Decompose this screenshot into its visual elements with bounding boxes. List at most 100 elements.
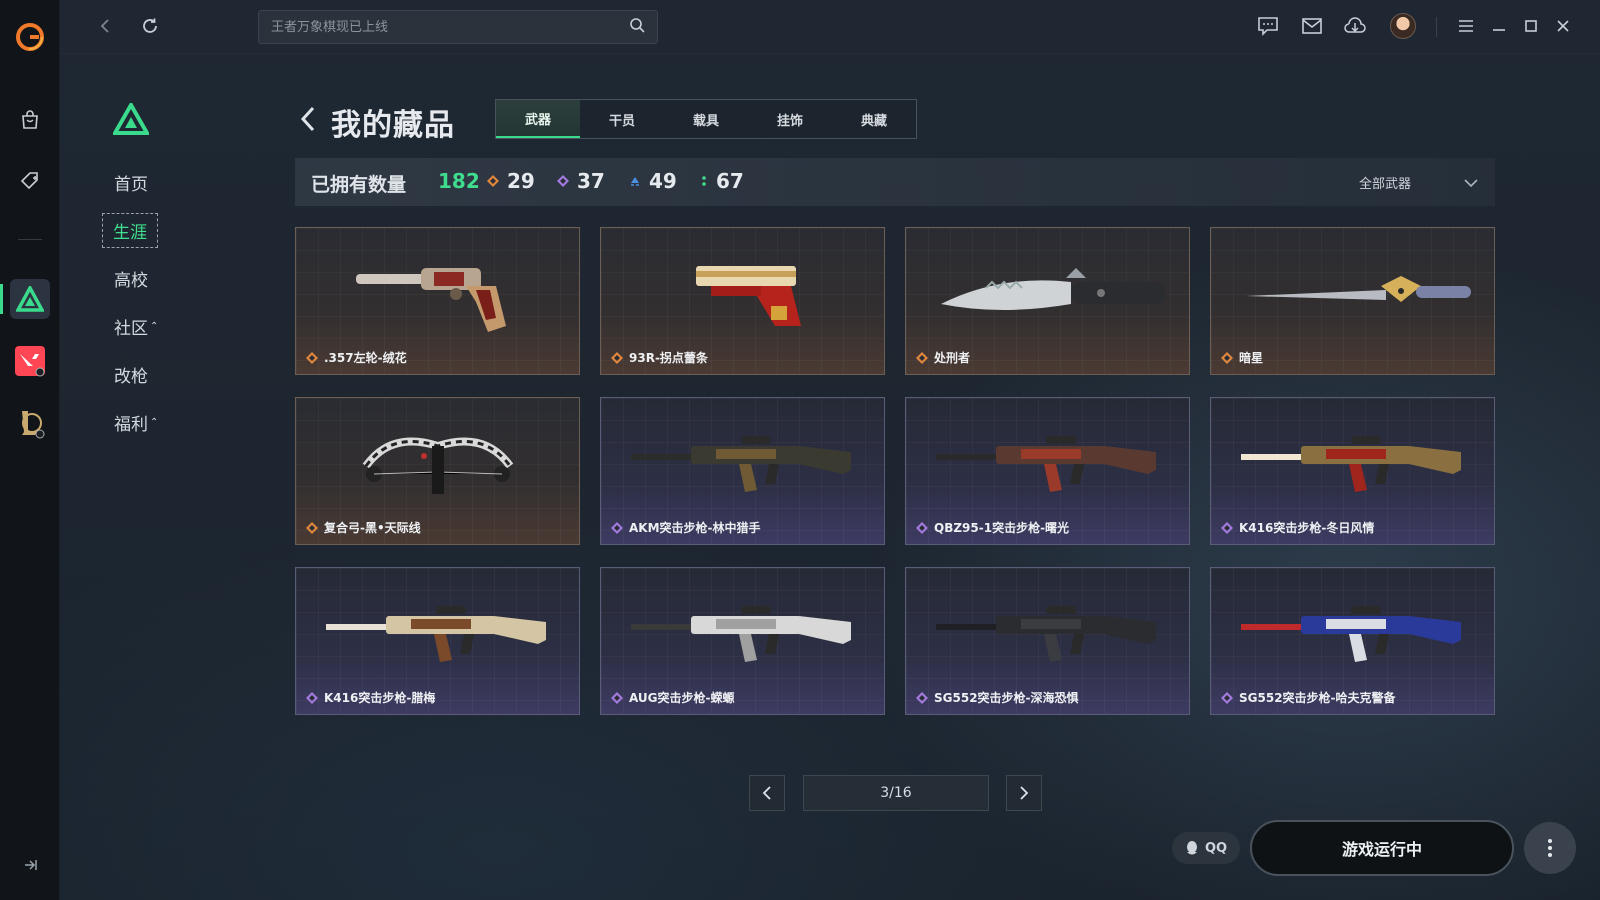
tab-operators[interactable]: 干员: [580, 100, 664, 138]
tab-charms[interactable]: 挂饰: [748, 100, 832, 138]
item-name-text: .357左轮-绒花: [324, 351, 407, 365]
collection-item-card[interactable]: SG552突击步枪-哈夫克警备: [1210, 567, 1495, 715]
tab-vehicles[interactable]: 载具: [664, 100, 748, 138]
store-bag-icon[interactable]: [15, 105, 45, 135]
item-name: 复合弓-黑•天际线: [306, 519, 421, 536]
tab-weapons[interactable]: 武器: [496, 100, 580, 138]
topbar-divider: [1436, 17, 1437, 37]
tag-plus-icon[interactable]: [15, 166, 45, 196]
collection-item-card[interactable]: AKM突击步枪-林中猎手: [600, 397, 885, 545]
close-icon[interactable]: [1551, 14, 1575, 38]
download-icon[interactable]: [1343, 14, 1367, 38]
nav-item-gunsmith[interactable]: 改枪: [102, 350, 172, 398]
rarity-count-orange: 29: [487, 169, 535, 193]
search-bar[interactable]: [258, 10, 658, 44]
chevron-left-icon: [762, 786, 771, 800]
item-name-text: K416突击步枪-腊梅: [324, 691, 436, 705]
top-bar: [60, 0, 1600, 54]
collection-item-card[interactable]: AUG突击步枪-蝾螈: [600, 567, 885, 715]
chevron-down-icon[interactable]: [1463, 174, 1479, 193]
item-name-text: AKM突击步枪-林中猎手: [629, 521, 761, 535]
item-name: K416突击步枪-冬日风情: [1221, 519, 1374, 536]
refresh-icon[interactable]: [138, 14, 162, 38]
rarity-count-value: 67: [716, 169, 744, 193]
green-dots-icon: [702, 176, 706, 186]
item-name-text: 复合弓-黑•天际线: [324, 521, 421, 535]
qq-button[interactable]: QQ: [1172, 832, 1240, 864]
rarity-count-value: 37: [577, 169, 605, 193]
item-name-text: 93R-拐点蕾条: [629, 351, 708, 365]
nav-back-icon[interactable]: [94, 14, 118, 38]
collection-item-card[interactable]: 暗星: [1210, 227, 1495, 375]
item-name: QBZ95-1突击步枪-曙光: [916, 519, 1069, 536]
item-name-text: SG552突击步枪-深海恐惧: [934, 691, 1079, 705]
chat-icon[interactable]: [1256, 14, 1280, 38]
page-back-icon[interactable]: [298, 104, 318, 134]
nav-item-career[interactable]: 生涯: [102, 206, 172, 254]
item-name: 暗星: [1221, 349, 1263, 366]
item-name: SG552突击步枪-深海恐惧: [916, 689, 1079, 706]
prev-page-button[interactable]: [749, 775, 785, 811]
launcher-logo-icon[interactable]: [15, 22, 45, 52]
item-name: K416突击步枪-腊梅: [306, 689, 435, 706]
collection-item-card[interactable]: QBZ95-1突击步枪-曙光: [905, 397, 1190, 545]
rifle-icon: [926, 586, 1171, 676]
collection-item-card[interactable]: 复合弓-黑•天际线: [295, 397, 580, 545]
menu-icon[interactable]: [1454, 14, 1478, 38]
rarity-count-value: 29: [507, 169, 535, 193]
collection-item-card[interactable]: K416突击步枪-冬日风情: [1210, 397, 1495, 545]
more-vertical-icon: [1548, 839, 1552, 857]
item-name: 93R-拐点蕾条: [611, 349, 708, 366]
rarity-count-blue: 49: [629, 169, 677, 193]
rail-divider: [18, 239, 42, 240]
purple-diamond-icon: [916, 691, 928, 704]
blue-diamond-icon: [631, 177, 639, 186]
collection-item-card[interactable]: 93R-拐点蕾条: [600, 227, 885, 375]
search-input[interactable]: [271, 19, 629, 35]
qq-label: QQ: [1204, 840, 1228, 856]
item-name-text: SG552突击步枪-哈夫克警备: [1239, 691, 1396, 705]
expand-sidebar-icon[interactable]: [20, 855, 40, 875]
knife-icon: [926, 246, 1171, 336]
item-name: 处刑者: [916, 349, 970, 366]
more-options-button[interactable]: [1524, 822, 1576, 874]
user-avatar[interactable]: [1390, 13, 1416, 39]
rifle-icon: [1231, 586, 1476, 676]
app-delta-force-icon[interactable]: [10, 279, 50, 319]
next-page-button[interactable]: [1006, 775, 1042, 811]
qq-penguin-icon: [1186, 841, 1197, 855]
category-tabs: 武器 干员 载具 挂饰 典藏: [495, 99, 917, 139]
owned-count-label: 已拥有数量: [311, 174, 407, 196]
purple-diamond-icon: [306, 691, 318, 704]
maximize-icon[interactable]: [1519, 14, 1543, 38]
nav-item-community[interactable]: 社区 ⌃: [102, 302, 172, 350]
purple-diamond-icon: [916, 521, 928, 534]
compound-bow-icon: [316, 416, 561, 506]
item-name-text: AUG突击步枪-蝾螈: [629, 691, 735, 705]
nav-item-school[interactable]: 高校: [102, 254, 172, 302]
collection-item-card[interactable]: SG552突击步枪-深海恐惧: [905, 567, 1190, 715]
nav-item-rewards[interactable]: 福利 ⌃: [102, 398, 172, 446]
item-name: SG552突击步枪-哈夫克警备: [1221, 689, 1396, 706]
search-icon[interactable]: [629, 17, 645, 37]
chevron-up-icon: ⌃: [150, 416, 159, 428]
game-running-button[interactable]: 游戏运行中: [1250, 820, 1514, 876]
item-name-text: 处刑者: [934, 351, 971, 365]
collection-item-card[interactable]: .357左轮-绒花: [295, 227, 580, 375]
chevron-up-icon: ⌃: [150, 320, 159, 332]
collection-item-card[interactable]: K416突击步枪-腊梅: [295, 567, 580, 715]
tab-collection[interactable]: 典藏: [832, 100, 916, 138]
item-name: AKM突击步枪-林中猎手: [611, 519, 761, 536]
nav-item-label: 改枪: [114, 366, 148, 387]
app-league-of-legends-icon[interactable]: [10, 403, 50, 443]
weapon-filter-dropdown[interactable]: 全部武器: [1359, 173, 1411, 192]
nav-item-home[interactable]: 首页: [102, 158, 172, 206]
mail-icon[interactable]: [1300, 14, 1324, 38]
orange-diamond-icon: [487, 175, 499, 187]
page-indicator[interactable]: 3/16: [803, 775, 989, 811]
app-rail: [0, 0, 60, 900]
minimize-icon[interactable]: [1487, 14, 1511, 38]
app-valorant-icon[interactable]: [10, 341, 50, 381]
rifle-icon: [316, 586, 561, 676]
collection-item-card[interactable]: 处刑者: [905, 227, 1190, 375]
